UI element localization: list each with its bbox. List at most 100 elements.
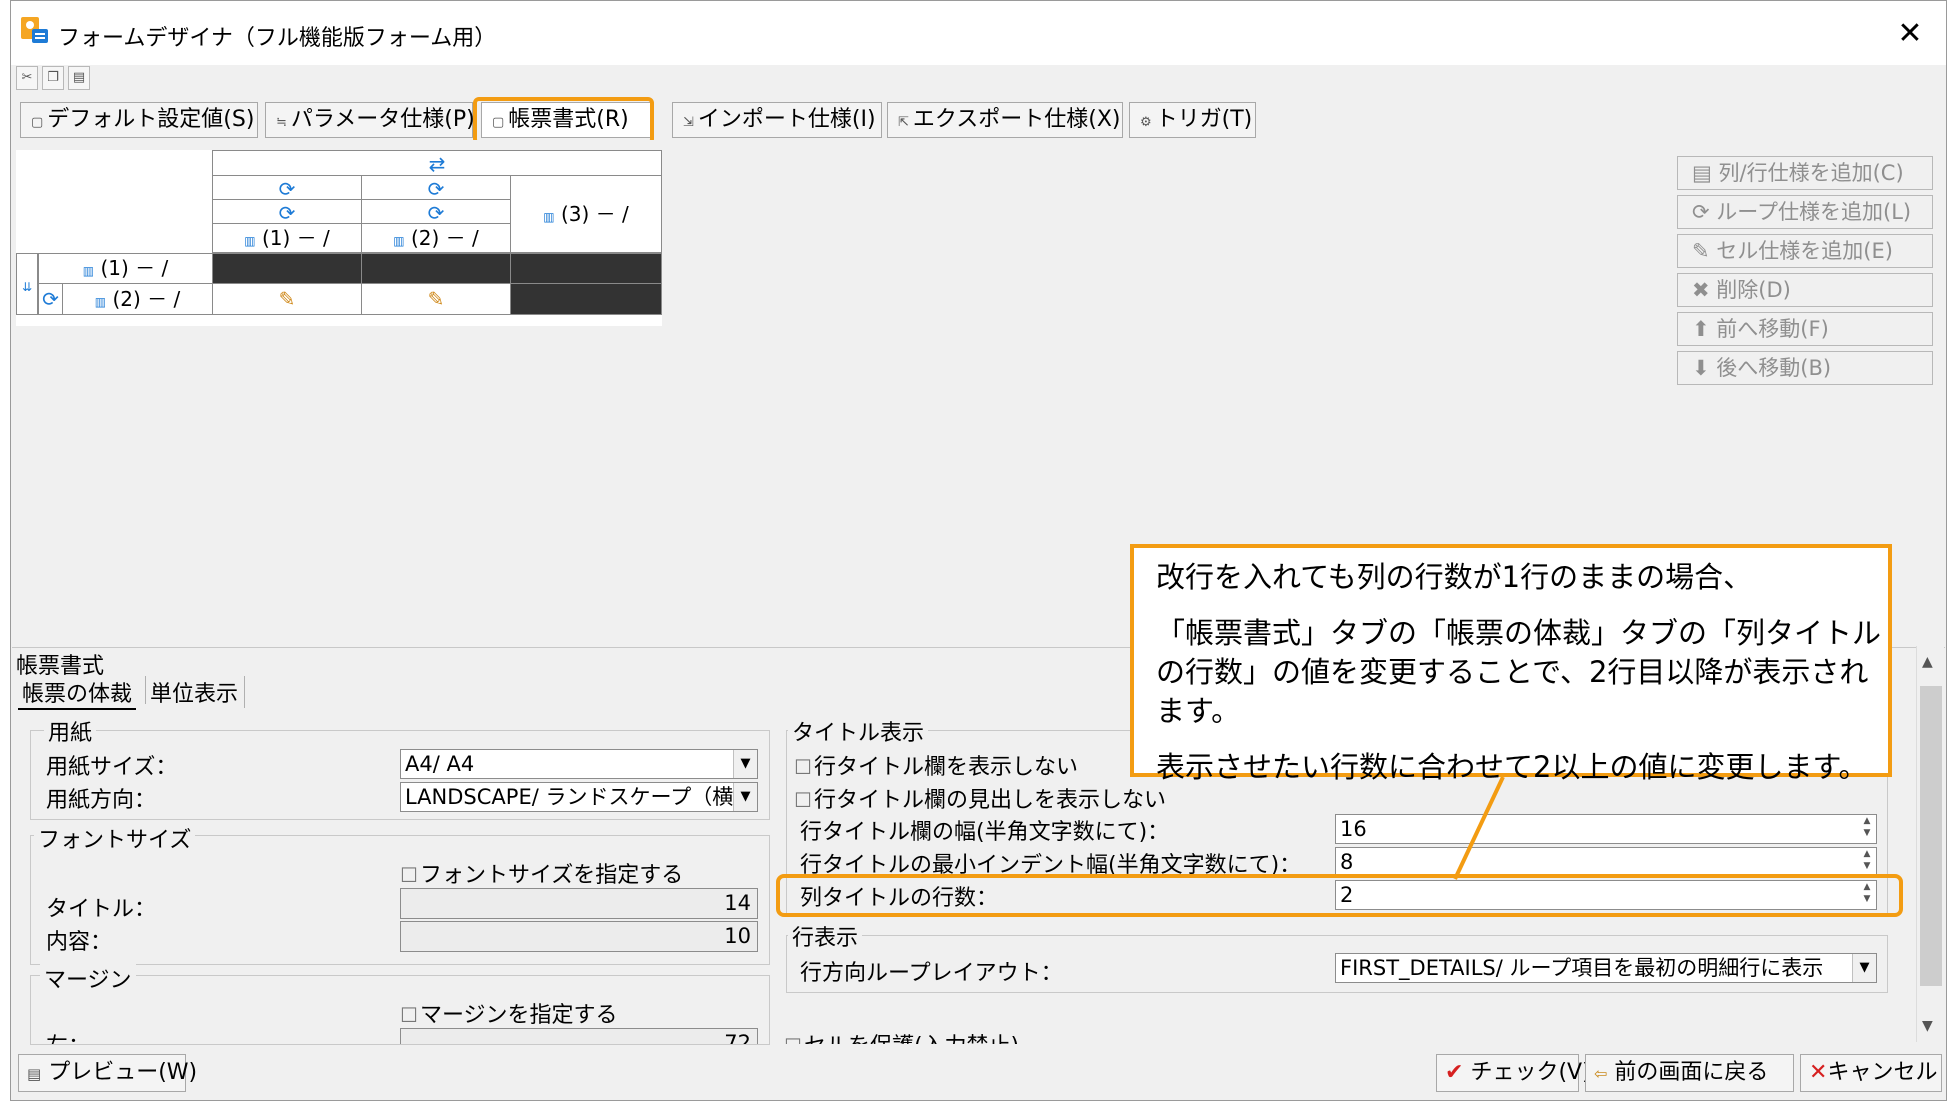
back-button[interactable]: ⇦ 前の画面に戻る bbox=[1585, 1054, 1794, 1092]
column-icon: ▥ bbox=[244, 234, 256, 248]
callout-pointer bbox=[1453, 776, 1505, 880]
scroll-down-icon[interactable]: ▼ bbox=[1922, 1018, 1933, 1034]
spinner-icon[interactable]: ▲ ▼ bbox=[1858, 815, 1876, 843]
scroll-thumb[interactable] bbox=[1920, 686, 1942, 986]
grid-cell-editable[interactable]: ✎ bbox=[361, 283, 511, 315]
checkbox-icon: ☐ bbox=[400, 1003, 418, 1027]
import-icon: ⇲ bbox=[683, 115, 694, 130]
tab-parameters[interactable]: ≒ パラメータ仕様(P) bbox=[265, 102, 475, 138]
font-size-checkbox[interactable]: ☐フォントサイズを指定する bbox=[400, 857, 683, 889]
move-down-button[interactable]: ⬇ 後へ移動(B) bbox=[1677, 351, 1933, 385]
copy-icon[interactable]: ❐ bbox=[42, 66, 64, 90]
loop-icon: ⟳ bbox=[1692, 200, 1710, 224]
paper-size-select[interactable]: A4/ A4 ▼ bbox=[400, 749, 758, 779]
grid-cell-empty[interactable] bbox=[510, 253, 662, 284]
back-icon: ⇦ bbox=[1594, 1064, 1608, 1083]
paper-size-label: 用紙サイズ： bbox=[46, 755, 178, 780]
rows-field-highlight bbox=[776, 874, 1903, 917]
check-button[interactable]: ✔ チェック(V) bbox=[1436, 1054, 1591, 1092]
tab-export[interactable]: ⇱ エクスポート仕様(X) bbox=[887, 102, 1123, 138]
active-tab-highlight bbox=[473, 97, 654, 145]
grid-cell-editable[interactable]: ✎ bbox=[212, 283, 362, 315]
content-font-label: 内容： bbox=[46, 930, 113, 955]
tab-trigger[interactable]: ⚙ トリガ(T) bbox=[1129, 102, 1256, 138]
row-header-1[interactable]: ▥ (1) － / bbox=[38, 253, 213, 284]
form-layout-grid: ⇄ ⟳ ⟳ ⟳ ⟳ ▥ (1) － / ▥ (2) － / ▥ (3) － / … bbox=[16, 150, 662, 326]
row-display-group-title: 行表示 bbox=[788, 920, 863, 952]
export-icon: ⇱ bbox=[898, 115, 909, 130]
add-cell-spec-button[interactable]: ✎ セル仕様を追加(E) bbox=[1677, 234, 1933, 268]
grid-cell-empty[interactable] bbox=[361, 253, 511, 284]
gear-icon: ⚙ bbox=[1140, 115, 1152, 130]
scroll-up-icon[interactable]: ▲ bbox=[1922, 654, 1933, 670]
preview-button[interactable]: ▤ プレビュー(W) bbox=[18, 1054, 197, 1092]
loop-icon: ⟳ bbox=[278, 201, 296, 225]
protect-cells-checkbox[interactable]: ☐セルを保護(入力禁止) bbox=[784, 1028, 1019, 1044]
title-font-label: タイトル： bbox=[46, 897, 157, 922]
pencil-icon: ✎ bbox=[1692, 239, 1710, 263]
margin-checkbox[interactable]: ☐マージンを指定する bbox=[400, 997, 618, 1029]
checkmark-icon: ✔ bbox=[1445, 1060, 1464, 1085]
row-group-header[interactable]: ⇊ bbox=[16, 253, 38, 315]
grid-icon: ▢ bbox=[31, 115, 44, 130]
content-font-field[interactable]: 10 bbox=[400, 921, 758, 952]
subtab-unit-display[interactable]: 単位表示 bbox=[150, 676, 246, 708]
row-transpose-icon: ⇊ bbox=[21, 280, 33, 294]
column-icon: ▥ bbox=[543, 210, 555, 224]
checkbox-icon: ☐ bbox=[794, 788, 812, 812]
close-icon[interactable]: ✕ bbox=[1890, 14, 1930, 54]
hide-row-title-checkbox[interactable]: ☐行タイトル欄を表示しない bbox=[794, 749, 1078, 781]
callout-line-1: 改行を入れても列の行数が1行のままの場合、 bbox=[1156, 560, 1753, 594]
grid-cell-empty[interactable] bbox=[510, 283, 662, 315]
window-title: フォームデザイナ（フル機能版フォーム用） bbox=[58, 26, 497, 51]
vertical-scrollbar[interactable]: ▲ ▼ bbox=[1916, 646, 1944, 1042]
paper-group-title: 用紙 bbox=[44, 715, 97, 747]
delete-button[interactable]: ✖ 削除(D) bbox=[1677, 273, 1933, 307]
transpose-icon: ⇄ bbox=[428, 152, 446, 176]
title-display-group-title: タイトル表示 bbox=[788, 715, 929, 747]
x-icon: ✕ bbox=[1809, 1060, 1828, 1085]
spinner-icon[interactable]: ▲ ▼ bbox=[1858, 848, 1876, 876]
app-icon bbox=[20, 16, 50, 46]
checkbox-icon: ☐ bbox=[400, 863, 418, 887]
margin-group-title: マージン bbox=[40, 962, 136, 994]
checkbox-icon: ☐ bbox=[794, 755, 812, 779]
tab-import[interactable]: ⇲ インポート仕様(I) bbox=[672, 102, 882, 138]
subtab-appearance[interactable]: 帳票の体裁 bbox=[18, 676, 137, 710]
move-up-button[interactable]: ⬆ 前へ移動(F) bbox=[1677, 312, 1933, 346]
annotation-callout: 改行を入れても列の行数が1行のままの場合、 「帳票書式」タブの「帳票の体裁」タブ… bbox=[1130, 544, 1892, 784]
title-font-field[interactable]: 14 bbox=[400, 888, 758, 919]
loop-header-1[interactable]: ⟳ bbox=[212, 175, 362, 201]
add-col-row-spec-button[interactable]: ▤ 列/行仕様を追加(C) bbox=[1677, 156, 1933, 190]
loop-header-4[interactable]: ⟳ bbox=[361, 199, 511, 225]
margin-left-field[interactable]: 72 bbox=[400, 1028, 758, 1044]
margin-left-row-clip: 左： 72 ☐セルを保護(入力禁止) bbox=[14, 1028, 1914, 1044]
paper-orientation-select[interactable]: LANDSCAPE/ ランドスケープ（横） ▼ bbox=[400, 782, 758, 812]
paste-icon[interactable]: ▤ bbox=[68, 66, 90, 90]
col-header-2[interactable]: ▥ (2) － / bbox=[361, 223, 511, 253]
row-loop-header[interactable]: ⟳ bbox=[38, 283, 63, 315]
font-group-title: フォントサイズ bbox=[34, 822, 196, 854]
loop-layout-select[interactable]: FIRST_DETAILS/ ループ項目を最初の明細行に表示 ▼ bbox=[1335, 953, 1877, 983]
dropdown-arrow-icon: ▼ bbox=[733, 783, 757, 811]
row-icon: ▥ bbox=[82, 264, 95, 278]
add-loop-spec-button[interactable]: ⟳ ループ仕様を追加(L) bbox=[1677, 195, 1933, 229]
col-header-1[interactable]: ▥ (1) － / bbox=[212, 223, 362, 253]
loop-icon: ⟳ bbox=[427, 201, 445, 225]
loop-icon: ⟳ bbox=[42, 287, 59, 311]
row-title-width-field[interactable]: 16 ▲ ▼ bbox=[1335, 814, 1877, 844]
grid-cell-empty[interactable] bbox=[212, 253, 362, 284]
dropdown-arrow-icon: ▼ bbox=[1852, 954, 1876, 982]
grid-top-header[interactable]: ⇄ bbox=[212, 150, 662, 176]
cancel-button[interactable]: ✕キャンセル bbox=[1800, 1054, 1942, 1092]
loop-header-3[interactable]: ⟳ bbox=[212, 199, 362, 225]
scissors-icon[interactable]: ✂ bbox=[16, 66, 38, 90]
col-header-3[interactable]: ▥ (3) － / bbox=[510, 175, 662, 253]
hide-row-title-heading-checkbox[interactable]: ☐行タイトル欄の見出しを表示しない bbox=[794, 782, 1166, 814]
loop-header-2[interactable]: ⟳ bbox=[361, 175, 511, 201]
x-icon: ✖ bbox=[1692, 278, 1710, 302]
loop-icon: ⟳ bbox=[427, 177, 445, 201]
tab-default-settings[interactable]: ▢ デフォルト設定値(S) bbox=[20, 102, 258, 138]
min-indent-field[interactable]: 8 ▲ ▼ bbox=[1335, 847, 1877, 877]
row-header-2[interactable]: ▥ (2) － / bbox=[62, 283, 213, 315]
